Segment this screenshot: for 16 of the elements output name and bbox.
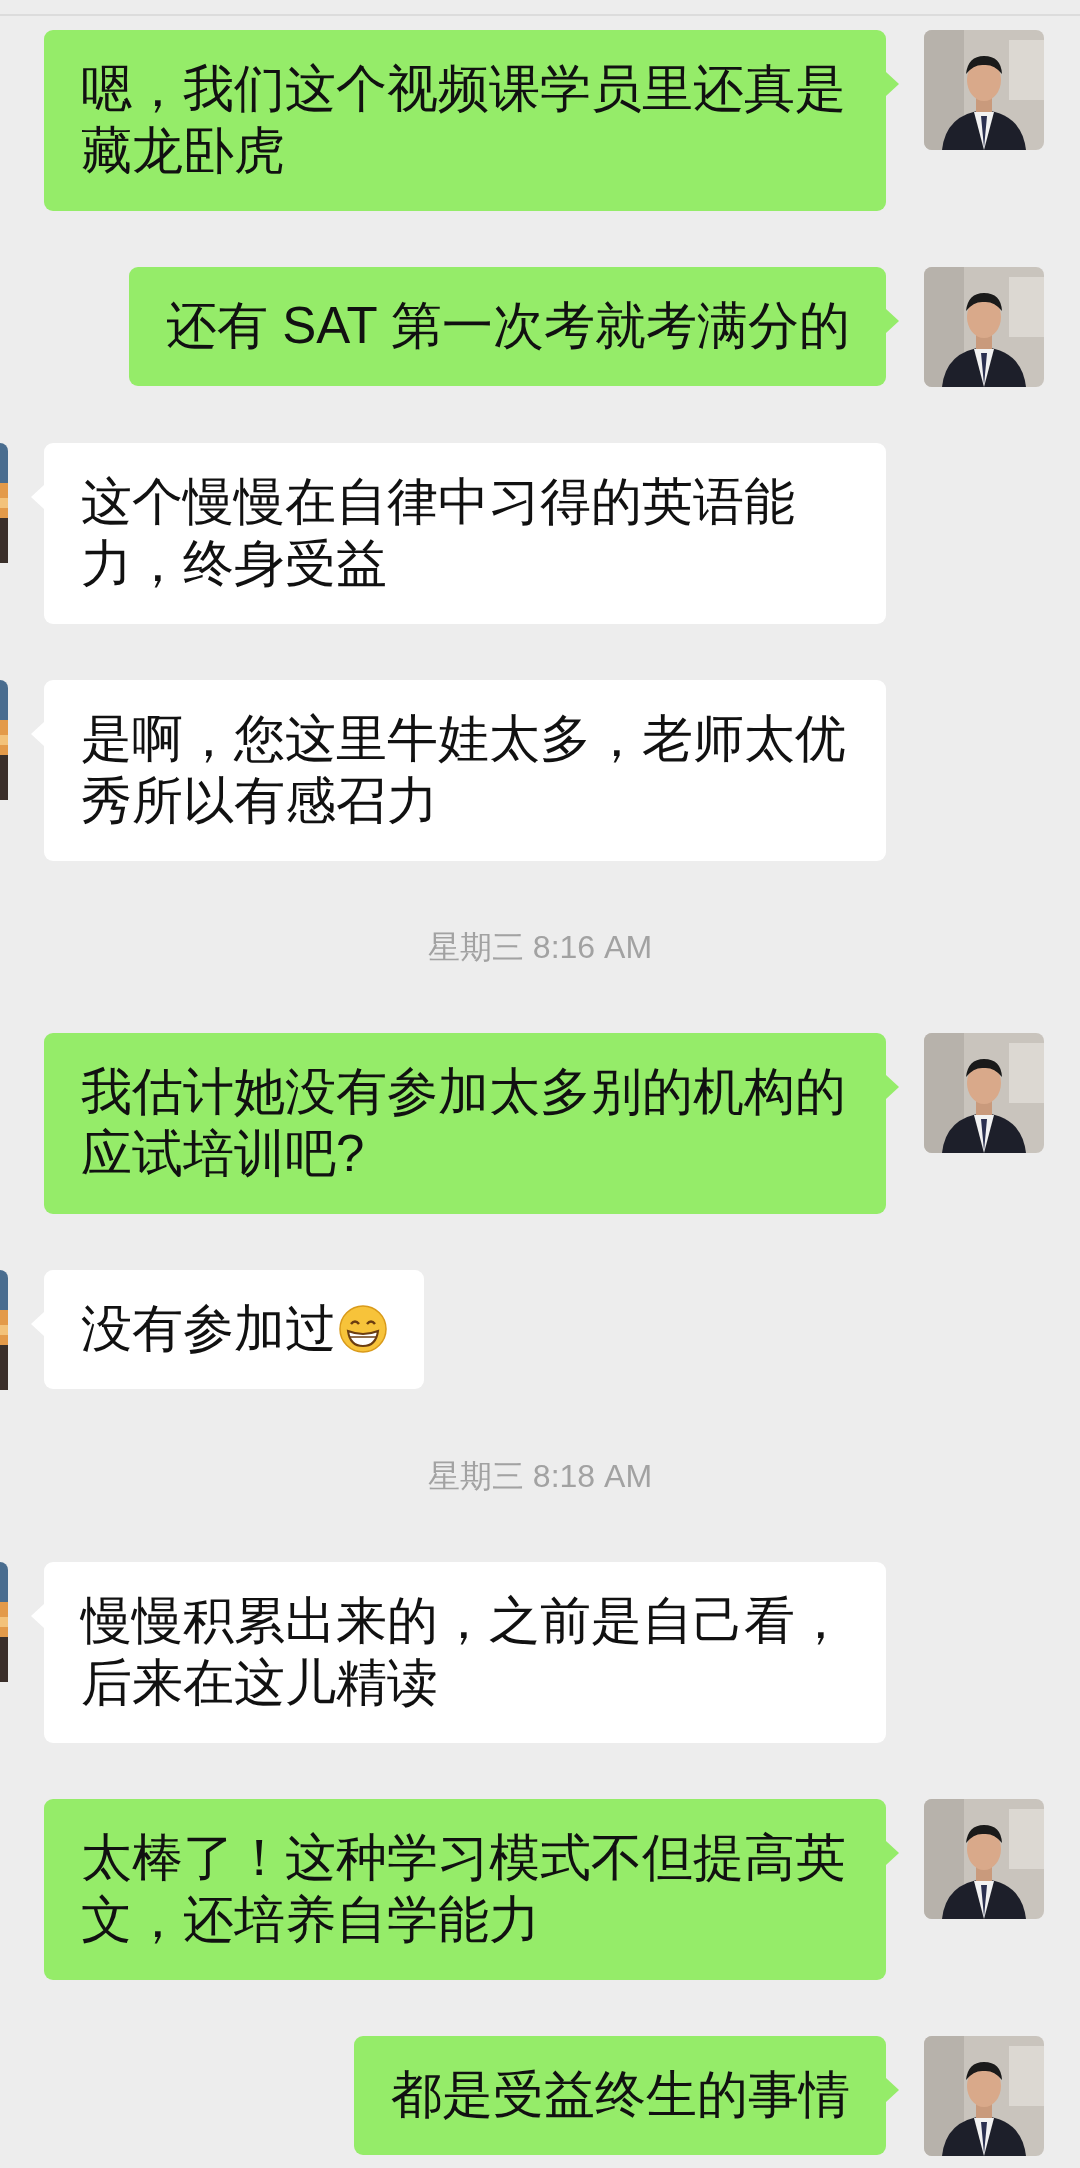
sent-message: 都是受益终生的事情: [354, 2036, 886, 2155]
timestamp: 星期三 8:18 AM: [426, 1457, 654, 1496]
received-message: 没有参加过: [44, 1270, 424, 1389]
bubble-tail: [886, 309, 899, 333]
bubble-tail: [886, 1841, 899, 1865]
sent-message: 嗯，我们这个视频课学员里还真是藏龙卧虎: [44, 30, 886, 211]
bubble-tail: [886, 72, 899, 96]
sent-message: 太棒了！这种学习模式不但提高英文，还培养自学能力: [44, 1799, 886, 1980]
received-message: 是啊，您这里牛娃太多，老师太优秀所以有感召力: [44, 680, 886, 861]
sent-message: 我估计她没有参加太多别的机构的应试培训吧?: [44, 1033, 886, 1214]
sent-message: 还有 SAT 第一次考就考满分的: [129, 267, 886, 386]
received-message: 慢慢积累出来的，之前是自己看，后来在这儿精读: [44, 1562, 886, 1743]
timestamp: 星期三 8:16 AM: [426, 928, 654, 967]
received-message: 这个慢慢在自律中习得的英语能力，终身受益: [44, 443, 886, 624]
bubble-tail: [886, 1075, 899, 1099]
bubble-tail: [886, 2078, 899, 2102]
